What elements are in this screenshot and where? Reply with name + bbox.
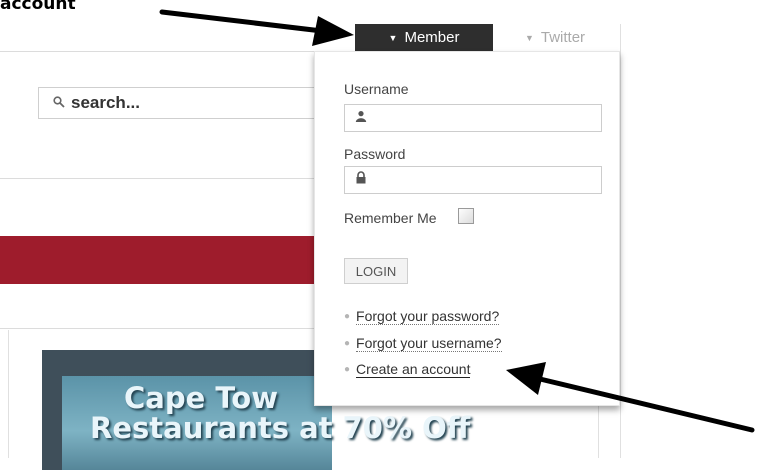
create-account-row: ● Create an account (344, 361, 471, 378)
magnifier-icon (53, 95, 65, 111)
content-divider (0, 328, 314, 329)
remember-me-label: Remember Me (344, 210, 437, 226)
tab-twitter-label: Twitter (540, 29, 586, 46)
arrowhead-member-tab (312, 16, 354, 46)
search-divider (0, 178, 314, 179)
forgot-username-row: ● Forgot your username? (344, 335, 502, 352)
forgot-password-row: ● Forgot your password? (344, 308, 500, 325)
password-label: Password (344, 146, 406, 162)
arrow-to-member-tab (159, 9, 325, 34)
create-account-link[interactable]: Create an account (356, 361, 471, 378)
remember-me-checkbox[interactable] (458, 208, 474, 224)
search-box[interactable] (38, 87, 338, 119)
banner-title-line1: Cape Tow (124, 381, 279, 415)
bullet-icon: ● (344, 311, 351, 322)
triangle-down-icon: ▼ (524, 32, 534, 43)
bullet-icon: ● (344, 364, 351, 375)
lock-icon (355, 171, 367, 189)
triangle-down-icon: ▼ (388, 32, 398, 43)
bullet-icon: ● (344, 338, 351, 349)
red-banner-strip (0, 236, 320, 284)
tab-member[interactable]: ▼ Member (355, 24, 493, 51)
header-divider (0, 51, 314, 52)
password-field[interactable] (344, 166, 602, 194)
banner-title-line2: Restaurants at 70% Off (90, 411, 471, 445)
tab-twitter[interactable]: ▼ Twitter (500, 24, 610, 51)
password-input[interactable] (373, 171, 597, 189)
page-right-border (620, 24, 621, 458)
login-button[interactable]: LOGIN (344, 258, 408, 284)
forgot-password-link[interactable]: Forgot your password? (356, 308, 500, 325)
content-left-border (8, 330, 9, 458)
username-input[interactable] (373, 109, 597, 127)
username-field[interactable] (344, 104, 602, 132)
member-login-panel: Username Password Remember Me LOGIN ● Fo… (314, 51, 620, 406)
page-right-border-inner (598, 406, 599, 458)
username-label: Username (344, 81, 409, 97)
tab-member-label: Member (404, 29, 460, 46)
search-input[interactable] (71, 93, 301, 113)
forgot-username-link[interactable]: Forgot your username? (356, 335, 502, 352)
user-icon (355, 109, 367, 127)
annotation-caption: account (0, 0, 76, 14)
